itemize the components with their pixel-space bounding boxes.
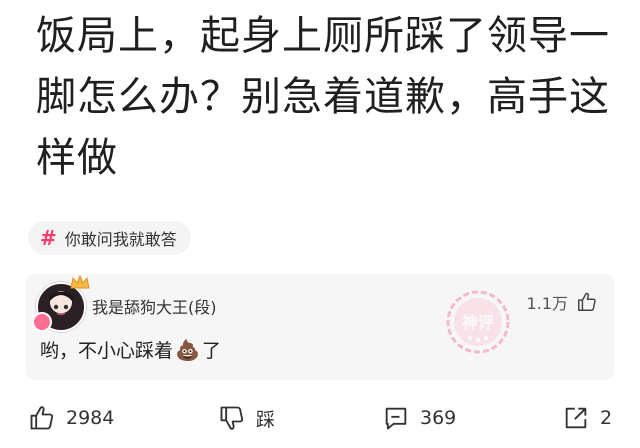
thumbs-down-icon <box>220 406 244 430</box>
avatar[interactable] <box>32 274 90 332</box>
hashtag-icon: # <box>40 226 57 250</box>
post-page: 饭局上，起身上厕所踩了领导一脚怎么办？别急着道歉，高手这样做 # 你敢问我就敢答… <box>0 0 640 448</box>
dislike-label: 踩 <box>256 408 276 431</box>
like-button[interactable]: 2984 <box>28 396 114 440</box>
post-title: 饭局上，起身上厕所踩了领导一脚怎么办？别急着道歉，高手这样做 <box>36 13 610 181</box>
action-bar: 2984 踩 369 2 <box>0 396 640 440</box>
thumbs-up-icon <box>30 406 54 430</box>
comment-like-count: 1.1万 <box>526 294 568 313</box>
share-count: 2 <box>600 407 613 429</box>
comment-count: 369 <box>420 407 457 429</box>
god-comment-stamp-icon: 神评 <box>446 290 510 354</box>
crown-icon <box>70 274 90 289</box>
stamp-text: 神评 <box>462 313 494 332</box>
comment-like-button[interactable]: 1.1万 <box>527 290 598 314</box>
topic-tag[interactable]: # 你敢问我就敢答 <box>28 221 191 255</box>
topic-label: 你敢问我就敢答 <box>64 230 177 249</box>
share-icon <box>565 407 587 429</box>
comment-icon <box>385 407 407 430</box>
dislike-button[interactable]: 踩 <box>218 396 275 440</box>
share-button[interactable]: 2 <box>562 396 612 440</box>
comment-username[interactable]: 我是舔狗大王(段) <box>92 294 217 318</box>
avatar-badge-icon <box>32 312 52 332</box>
hot-comment-card[interactable]: 我是舔狗大王(段) 神评 1.1万 哟，不小心踩着 💩 了 <box>26 274 614 380</box>
comment-body: 哟，不小心踩着 💩 了 <box>40 336 221 363</box>
comment-button[interactable]: 369 <box>382 396 456 440</box>
comment-text-after: 了 <box>201 340 221 362</box>
poop-emoji-icon: 💩 <box>175 337 200 362</box>
avatar-face-icon <box>49 292 73 316</box>
comment-text-before: 哟，不小心踩着 <box>40 340 174 362</box>
like-count: 2984 <box>66 407 115 429</box>
thumbs-up-icon <box>578 292 596 311</box>
